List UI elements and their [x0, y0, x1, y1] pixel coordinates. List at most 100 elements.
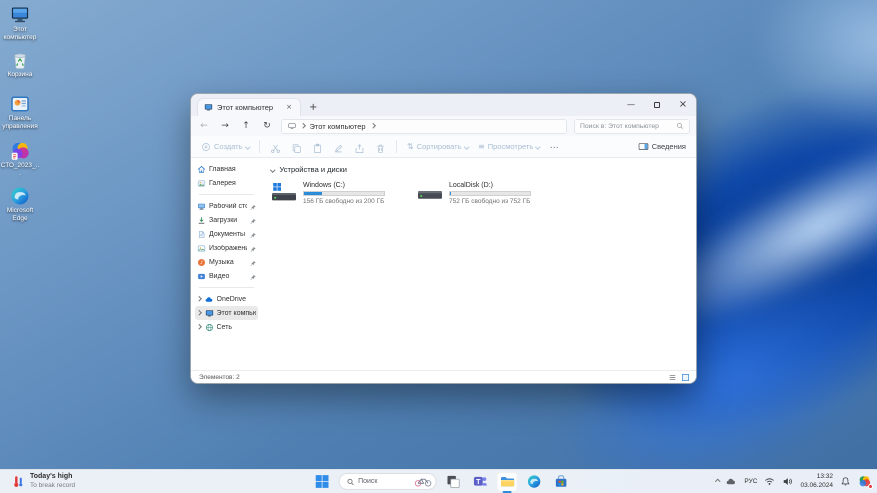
- breadcrumb-root[interactable]: Этот компьютер: [310, 122, 366, 131]
- view-button[interactable]: ≡ Просмотреть: [478, 142, 541, 151]
- widget-text: Today's high To break record: [30, 473, 75, 489]
- new-tab-button[interactable]: +: [309, 103, 317, 113]
- navigation-bar: ← → ↑ ↻ Этот компьютер Поиск в: Этот ком…: [191, 116, 696, 136]
- window-controls: — ×: [618, 94, 696, 116]
- drive-usage-bar: [449, 191, 531, 196]
- tray-colorful-app-icon[interactable]: [858, 475, 873, 489]
- notifications-bell-icon[interactable]: [840, 476, 851, 487]
- navigation-pane: Главная Галерея Рабочий стол: [191, 158, 261, 370]
- this-pc-icon: [204, 104, 213, 111]
- desktop-icon-this-pc[interactable]: Этот компьютер: [0, 5, 40, 42]
- language-indicator[interactable]: РУС: [744, 478, 757, 485]
- forward-button[interactable]: →: [218, 121, 232, 131]
- expand-chevron-icon[interactable]: [196, 296, 202, 302]
- tab-bar: Этот компьютер × + — ×: [191, 94, 696, 116]
- chevron-down-icon: [535, 144, 541, 149]
- thumbnail-view-toggle[interactable]: [681, 373, 690, 382]
- paste-button[interactable]: [312, 141, 323, 153]
- breadcrumb-chevron-icon: [300, 123, 306, 129]
- desktop-icon-label: Этот компьютер: [3, 26, 37, 41]
- tab-close-icon[interactable]: ×: [284, 104, 294, 111]
- drive-free-space: 752 ГБ свободно из 752 ГБ: [449, 198, 531, 205]
- sidebar-item-gallery[interactable]: Галерея: [195, 176, 258, 190]
- volume-icon[interactable]: [782, 476, 793, 487]
- desktop-icon-edge[interactable]: Microsoft Edge: [0, 186, 40, 223]
- details-pane-button[interactable]: Сведения: [638, 141, 686, 152]
- onedrive-tray-icon[interactable]: [726, 476, 737, 487]
- pictures-icon: [197, 245, 206, 251]
- expand-chevron-icon[interactable]: [196, 324, 202, 330]
- windows-logo-icon: [315, 475, 328, 488]
- copy-button[interactable]: [291, 141, 302, 153]
- task-view-icon: [446, 475, 460, 488]
- taskbar-center: Поиск T: [311, 470, 571, 493]
- edge-icon: [11, 187, 29, 205]
- cut-icon: [271, 144, 280, 153]
- desktop-icon-label: Панель управления: [2, 115, 38, 130]
- desktop-icon-label: СТО_2023_...: [0, 162, 40, 177]
- rename-button[interactable]: [333, 141, 344, 153]
- desktop-icon-control-panel[interactable]: Панель управления: [0, 94, 40, 131]
- tab-this-pc[interactable]: Этот компьютер ×: [197, 98, 301, 116]
- sidebar-item-onedrive[interactable]: OneDrive: [195, 292, 258, 306]
- minimize-button[interactable]: —: [618, 94, 644, 116]
- weather-widget[interactable]: Today's high To break record: [6, 470, 81, 493]
- drive-item-c[interactable]: Windows (C:) 156 ГБ свободно из 200 ГБ: [271, 182, 385, 207]
- store-button[interactable]: [550, 472, 571, 492]
- computer-icon: [288, 123, 296, 129]
- sidebar-divider: [199, 194, 254, 195]
- sidebar-item-videos[interactable]: Видео: [195, 269, 258, 283]
- edge-icon: [527, 475, 540, 488]
- downloads-icon: [198, 216, 205, 224]
- drive-item-d[interactable]: LocalDisk (D:) 752 ГБ свободно из 752 ГБ: [417, 182, 531, 207]
- chevron-down-icon: [463, 144, 469, 149]
- new-button[interactable]: Создать: [201, 142, 250, 152]
- sort-button[interactable]: ⇅ Сортировать: [407, 142, 469, 151]
- refresh-button[interactable]: ↻: [260, 121, 274, 131]
- maximize-icon: [654, 102, 660, 108]
- cut-button[interactable]: [270, 141, 281, 153]
- address-bar[interactable]: Этот компьютер: [281, 118, 567, 134]
- back-button[interactable]: ←: [197, 121, 211, 131]
- sidebar-item-network[interactable]: Сеть: [195, 320, 258, 334]
- list-view-toggle[interactable]: [668, 373, 677, 382]
- group-header-devices-and-drives[interactable]: Устройства и диски: [270, 165, 686, 174]
- sort-button-label: Сортировать: [416, 142, 462, 151]
- taskbar-search-input[interactable]: Поиск: [338, 473, 437, 490]
- clock[interactable]: 13:32 03.06.2024: [800, 473, 833, 489]
- desktop-icon-recycle-bin[interactable]: Корзина: [0, 50, 40, 79]
- wifi-icon[interactable]: [764, 476, 775, 487]
- file-explorer-button[interactable]: [496, 471, 518, 493]
- thermometer-icon: [14, 476, 23, 487]
- teams-button[interactable]: T: [469, 472, 490, 492]
- sidebar-item-label: Сеть: [216, 323, 233, 331]
- window-body: Главная Галерея Рабочий стол: [191, 158, 696, 370]
- search-icon: [347, 478, 354, 485]
- chevron-down-icon: [244, 144, 250, 149]
- close-button[interactable]: ×: [670, 94, 696, 116]
- delete-button[interactable]: [375, 141, 386, 153]
- sidebar-item-label: Загрузки: [209, 216, 238, 224]
- hidden-icons-button[interactable]: [715, 479, 721, 484]
- share-button[interactable]: [354, 141, 365, 153]
- network-icon: [205, 323, 213, 331]
- sidebar-item-home[interactable]: Главная: [195, 162, 258, 176]
- view-button-label: Просмотреть: [487, 142, 534, 151]
- desktop-icon-sto-app[interactable]: СТО_2023_...: [0, 141, 40, 178]
- items-count: Элементов: 2: [199, 373, 240, 381]
- maximize-button[interactable]: [644, 94, 670, 116]
- widget-title: Today's high: [30, 473, 73, 481]
- explorer-search-input[interactable]: Поиск в: Этот компьютер: [574, 118, 690, 134]
- task-view-button[interactable]: [442, 472, 463, 492]
- sidebar-item-this-pc[interactable]: Этот компьютер: [195, 306, 258, 320]
- clock-time: 13:32: [816, 473, 833, 481]
- command-toolbar: Создать ⇅ Сортировать ≡ Просмотреть … Св…: [191, 136, 696, 158]
- up-button[interactable]: ↑: [239, 121, 253, 131]
- more-options-button[interactable]: …: [550, 142, 559, 151]
- start-button[interactable]: [311, 472, 332, 492]
- edge-button[interactable]: [523, 472, 544, 492]
- pin-icon: [250, 267, 257, 285]
- expand-chevron-icon[interactable]: [196, 310, 202, 316]
- file-explorer-icon: [500, 477, 514, 487]
- chevron-up-icon: [715, 479, 721, 484]
